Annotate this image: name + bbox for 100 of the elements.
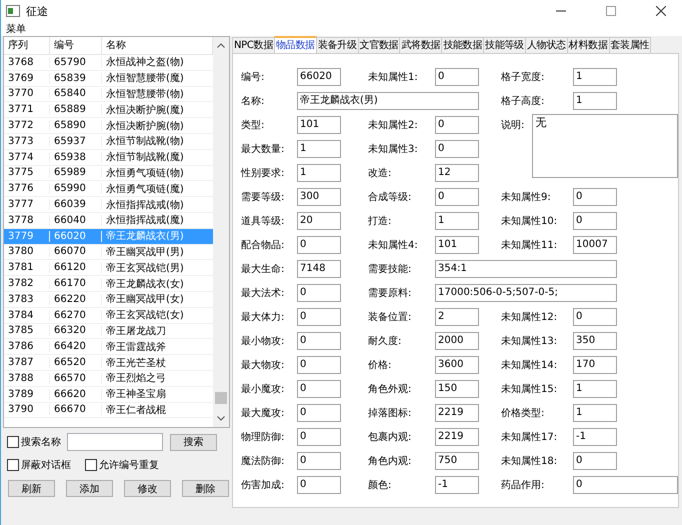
input-field[interactable]: 101 — [297, 116, 341, 134]
input-field[interactable]: 2 — [435, 308, 479, 326]
input-field[interactable]: 20 — [297, 212, 341, 230]
input-field[interactable]: 0 — [297, 332, 341, 350]
list-row[interactable]: 3775 65989 永恒勇气项链(物) — [4, 166, 213, 182]
column-header[interactable]: 序列 — [4, 37, 50, 54]
input-field[interactable]: 1 — [297, 140, 341, 158]
list-row[interactable]: 3768 65790 永恒战神之盔(物) — [4, 55, 213, 71]
input-field[interactable]: 0 — [573, 452, 617, 470]
input-field[interactable]: 0 — [435, 116, 479, 134]
input-field[interactable]: 帝王龙麟战衣(男) — [297, 92, 479, 110]
input-field[interactable]: 1 — [297, 164, 341, 182]
input-field[interactable]: 0 — [573, 188, 617, 206]
maximize-icon[interactable] — [606, 6, 616, 16]
table-cell-text: 帝王仁者战棍 — [105, 404, 167, 417]
input-field[interactable]: 0 — [435, 140, 479, 158]
input-field[interactable]: 1 — [573, 92, 617, 110]
field-label: 未知属性12: — [501, 310, 558, 324]
search-field[interactable] — [67, 433, 163, 451]
table-cell: 65840 — [50, 88, 102, 100]
input-field[interactable]: 2219 — [435, 428, 479, 446]
input-field[interactable]: 0 — [297, 404, 341, 422]
tab[interactable]: NPC数据 — [232, 37, 275, 53]
input-field[interactable]: 0 — [297, 356, 341, 374]
input-field[interactable]: 0 — [435, 68, 479, 86]
input-field[interactable]: 170 — [573, 356, 617, 374]
input-field[interactable]: 3600 — [435, 356, 479, 374]
input-field[interactable]: -1 — [573, 428, 617, 446]
checkbox-label[interactable]: 屏蔽对话框 — [21, 458, 71, 472]
list-row[interactable]: 3776 65990 永恒勇气项链(魔) — [4, 181, 213, 198]
list-row[interactable]: 3771 65889 永恒决断护腕(魔) — [4, 102, 213, 118]
list-row[interactable]: 3790 66670 帝王仁者战棍 — [4, 402, 213, 418]
list-row[interactable]: 3773 65937 永恒节制战靴(物) — [4, 134, 213, 150]
tab[interactable]: 套装属性 — [608, 37, 652, 53]
input-field[interactable]: 1 — [435, 212, 479, 230]
input-field[interactable]: 0 — [297, 236, 341, 254]
input-field[interactable]: 750 — [435, 452, 479, 470]
list-row[interactable]: 3784 66270 帝王玄冥战铠(女) — [4, 308, 213, 324]
checkbox[interactable] — [85, 459, 97, 471]
input-field[interactable]: 300 — [297, 188, 341, 206]
checkbox-label[interactable]: 搜索名称 — [21, 435, 61, 449]
input-field[interactable]: 7148 — [297, 260, 341, 278]
input-field[interactable]: 0 — [573, 476, 678, 494]
list-row[interactable]: 3783 66220 帝王幽冥战甲(女) — [4, 292, 213, 308]
input-field[interactable]: 1 — [573, 380, 617, 398]
list-row[interactable]: 3786 66420 帝王雷霆战斧 — [4, 339, 213, 356]
list-row[interactable]: 3787 66520 帝王光芒圣杖 — [4, 355, 213, 371]
search-button[interactable]: 搜索 — [170, 434, 217, 450]
list-row[interactable]: 3788 66570 帝王烈焰之弓 — [4, 370, 213, 387]
input-field[interactable]: 66020 — [297, 68, 341, 86]
input-field[interactable]: 0 — [573, 212, 617, 230]
input-field[interactable]: 1 — [573, 404, 617, 422]
input-field[interactable]: 12 — [435, 164, 479, 182]
list-row[interactable]: 3774 65938 永恒节制战靴(魔) — [4, 150, 213, 166]
input-field[interactable]: 150 — [435, 380, 479, 398]
action-button[interactable]: 刷新 — [8, 480, 55, 497]
input-field[interactable]: 2000 — [435, 332, 479, 350]
input-field[interactable]: -1 — [435, 476, 479, 494]
checkbox-label[interactable]: 允许编号重复 — [99, 458, 159, 472]
input-field[interactable]: 101 — [435, 236, 479, 254]
menu-item[interactable]: 菜单 — [6, 22, 26, 36]
table-cell: 65790 — [50, 56, 102, 68]
close-icon[interactable] — [656, 6, 666, 16]
input-field[interactable]: 1 — [573, 68, 617, 86]
input-field[interactable]: 0 — [297, 284, 341, 302]
input-field[interactable]: 17000:506-0-5;507-0-5; — [435, 284, 617, 302]
list-row[interactable]: 3770 65840 永恒智慧腰带(物) — [4, 86, 213, 102]
action-button[interactable]: 删除 — [182, 480, 229, 497]
input-field[interactable]: 0 — [435, 188, 479, 206]
input-field[interactable]: 0 — [297, 380, 341, 398]
list-row[interactable]: 3785 66320 帝王屠龙战刀 — [4, 324, 213, 340]
scrollbar[interactable] — [213, 37, 229, 427]
tab[interactable]: 物品数据 — [274, 36, 317, 53]
input-field[interactable]: 0 — [297, 308, 341, 326]
list-row[interactable]: 3782 66170 帝王龙麟战衣(女) — [4, 276, 213, 292]
table-cell-text: 帝王玄冥战铠(女) — [105, 308, 185, 322]
list-row[interactable]: 3777 66039 永恒指挥战戒(物) — [4, 197, 213, 213]
checkbox[interactable] — [7, 436, 19, 448]
list-row[interactable]: 3780 66070 帝王幽冥战甲(男) — [4, 244, 213, 260]
input-field[interactable]: 0 — [297, 428, 341, 446]
column-header[interactable]: 编号 — [50, 37, 102, 54]
input-field[interactable]: 350 — [573, 332, 617, 350]
table-cell-text: 永恒节制战靴(物) — [105, 134, 185, 148]
input-field[interactable]: 0 — [297, 452, 341, 470]
list-row[interactable]: 3789 66620 帝王神圣宝扇 — [4, 386, 213, 403]
description-field[interactable]: 无 — [532, 114, 678, 178]
action-button[interactable]: 修改 — [124, 480, 171, 497]
scroll-thumb[interactable] — [215, 392, 227, 404]
action-button[interactable]: 添加 — [66, 480, 113, 497]
input-field[interactable]: 354:1 — [435, 260, 617, 278]
list-row[interactable]: 3769 65839 永恒智慧腰带(魔) — [4, 70, 213, 87]
input-field[interactable]: 2219 — [435, 404, 479, 422]
input-field[interactable]: 0 — [297, 476, 341, 494]
list-row[interactable]: 3772 65890 永恒决断护腕(物) — [4, 118, 213, 134]
scroll-down-icon[interactable] — [217, 416, 225, 421]
input-field[interactable]: 0 — [573, 308, 617, 326]
checkbox[interactable] — [7, 459, 19, 471]
input-field[interactable]: 10007 — [573, 236, 617, 254]
scroll-up-icon[interactable] — [217, 43, 225, 48]
list-row[interactable]: 3781 66120 帝王玄冥战铠(男) — [4, 260, 213, 276]
